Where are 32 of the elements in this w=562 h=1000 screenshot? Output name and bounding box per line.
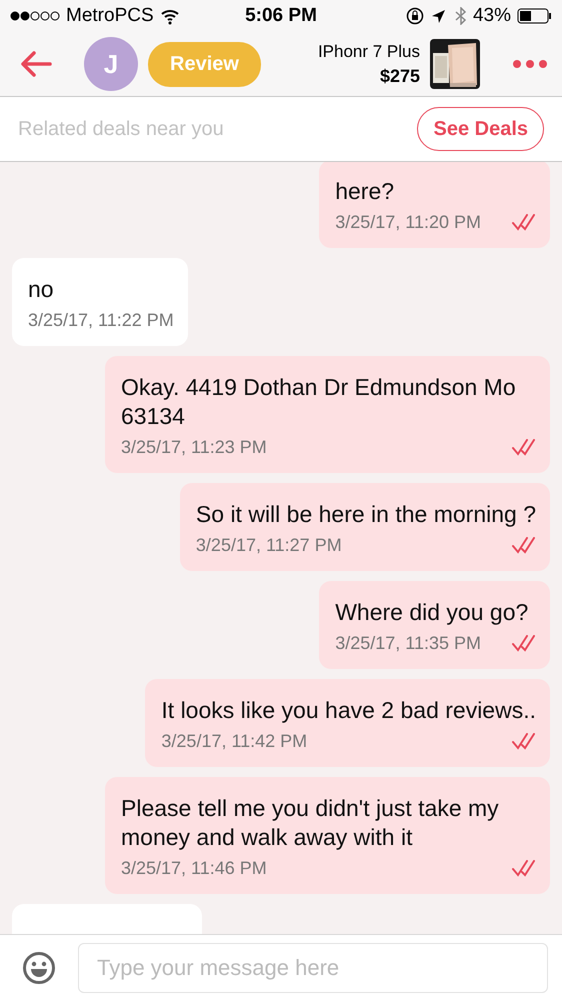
bluetooth-icon: [452, 7, 467, 25]
product-price: $275: [380, 65, 420, 88]
location-arrow-icon: [430, 8, 447, 24]
banner-text: Related deals near you: [18, 118, 224, 140]
message-text: It looks like you have 2 bad reviews..: [161, 696, 536, 725]
battery-percent: 43%: [472, 5, 511, 27]
message-input[interactable]: Type your message here: [78, 943, 548, 993]
user-avatar: J: [84, 37, 138, 91]
wifi-icon: [160, 8, 180, 24]
message-text: Where did you go?: [335, 598, 530, 627]
battery-icon: [517, 8, 552, 24]
message-time: 3/25/17, 11:42 PM: [161, 731, 308, 752]
message-time: 3/25/17, 11:35 PM: [335, 633, 481, 654]
message-text: So it will be here in the morning ?: [196, 500, 536, 529]
carrier-name: MetroPCS: [66, 5, 154, 27]
message-time: 3/25/17, 11:22 PM: [28, 310, 174, 331]
message-text: here?: [335, 177, 396, 206]
message-time: 3/25/17, 11:27 PM: [196, 535, 342, 556]
message-time: 3/25/17, 11:46 PM: [121, 858, 267, 879]
rotation-lock-icon: [406, 7, 424, 25]
message-text: Please tell me you didn't just take my money and walk away with it: [121, 794, 500, 852]
more-options-icon[interactable]: [512, 59, 548, 69]
clock-time: 5:06 PM: [245, 5, 317, 26]
signal-icon: [10, 9, 60, 23]
message-time: 3/25/17, 11:23 PM: [121, 437, 267, 458]
emoji-icon[interactable]: [22, 951, 56, 985]
see-deals-button[interactable]: See Deals: [417, 107, 544, 151]
back-arrow-icon[interactable]: [20, 49, 54, 79]
product-title: IPhonr 7 Plus: [318, 41, 420, 63]
message-time: 3/25/17, 11:20 PM: [335, 212, 481, 233]
message-text: no: [28, 275, 55, 304]
message-text: Okay. 4419 Dothan Dr Edmundson Mo 63134: [121, 373, 517, 431]
